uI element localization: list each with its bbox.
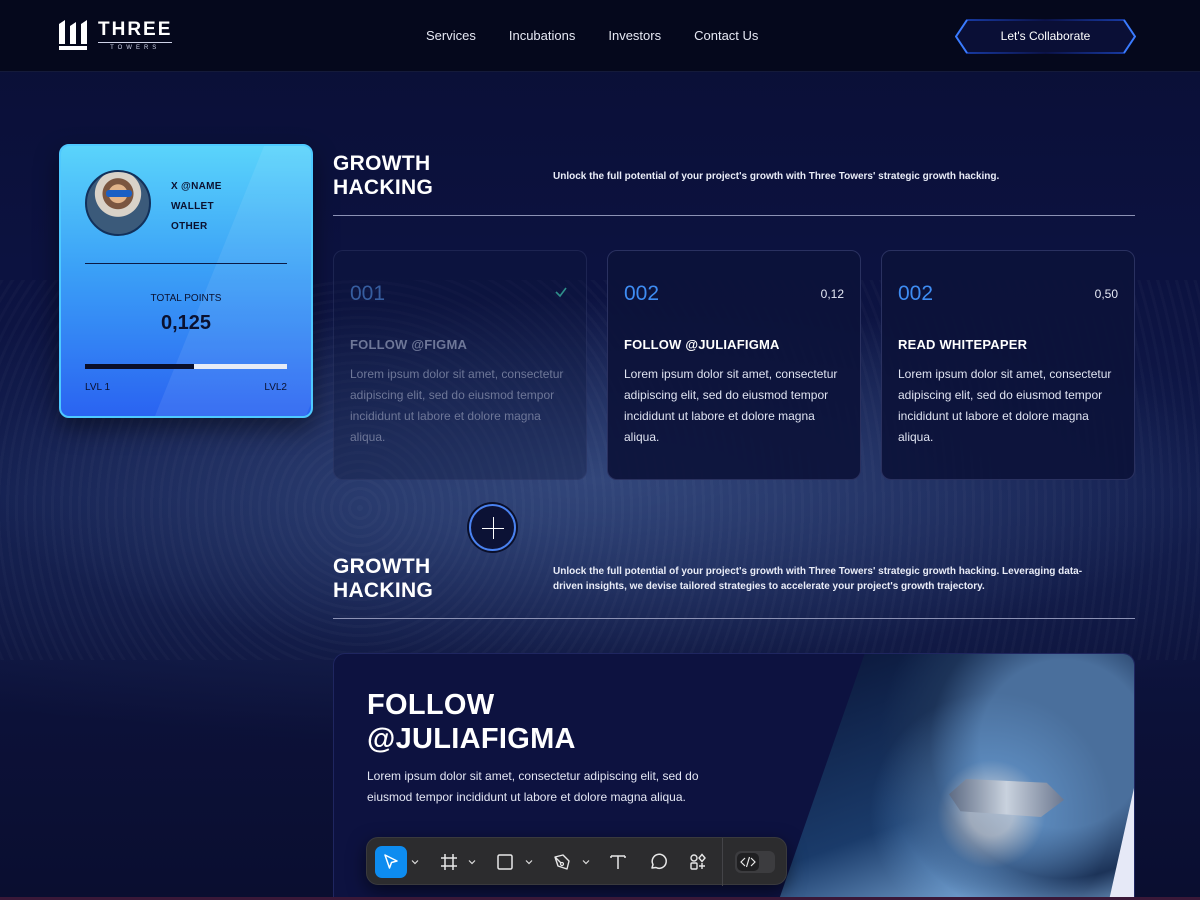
profile-card: X @NAME WALLET OTHER TOTAL POINTS 0,125 …: [59, 144, 313, 418]
task-body: Lorem ipsum dolor sit amet, consectetur …: [624, 367, 838, 444]
section1-divider: [333, 215, 1135, 216]
profile-links: X @NAME WALLET OTHER: [171, 177, 222, 237]
text-icon: [610, 855, 626, 869]
frame-tool-button[interactable]: [433, 846, 465, 878]
checkmark-icon: [554, 285, 568, 302]
dev-mode-toggle[interactable]: [735, 851, 775, 873]
avatar[interactable]: [85, 170, 151, 236]
total-points-value: 0,125: [160, 312, 212, 334]
logo[interactable]: THREE TOWERS: [57, 18, 173, 52]
section2-description-line2: driven insights, we devise tailored stra…: [553, 581, 985, 592]
logo-sub-text: TOWERS: [98, 41, 173, 51]
section2-divider: [333, 618, 1135, 619]
feature-body: Lorem ipsum dolor sit amet, consectetur …: [367, 769, 699, 804]
feature-title-line1: FOLLOW: [367, 689, 495, 721]
section1-description: Unlock the full potential of your projec…: [553, 171, 1000, 182]
logo-main-text: THREE: [98, 18, 173, 40]
shapes-plus-icon: [690, 853, 706, 870]
task-body: Lorem ipsum dolor sit amet, consectetur …: [898, 367, 1112, 444]
main-nav: Services Incubations Investors Contact U…: [426, 28, 791, 43]
nav-incubations[interactable]: Incubations: [509, 28, 576, 43]
actions-tool-button[interactable]: [682, 846, 714, 878]
nav-contact-us[interactable]: Contact Us: [694, 28, 758, 43]
task-number: 001: [350, 282, 386, 305]
crosshair-cursor-icon: [469, 504, 516, 551]
feature-title: FOLLOW @JULIAFIGMA: [367, 688, 576, 756]
task-number: 002: [898, 282, 934, 305]
task-points: 0,50: [1094, 287, 1118, 301]
rectangle-tool-button[interactable]: [489, 846, 521, 878]
chevron-down-icon[interactable]: [468, 858, 476, 866]
task-body: Lorem ipsum dolor sit amet, consectetur …: [350, 367, 564, 444]
task-title: READ WHITEPAPER: [898, 337, 1028, 352]
task-title: FOLLOW @JULIAFIGMA: [624, 337, 780, 352]
section2-description: Unlock the full potential of your projec…: [553, 564, 1082, 594]
lets-collaborate-button[interactable]: Let's Collaborate: [955, 19, 1136, 54]
three-towers-logo-icon: [59, 20, 87, 50]
code-icon: [737, 853, 759, 871]
total-points-label: TOTAL POINTS: [150, 293, 222, 304]
site-header: THREE TOWERS Services Incubations Invest…: [0, 0, 1200, 72]
profile-divider: [85, 263, 287, 264]
chevron-down-icon[interactable]: [582, 858, 590, 866]
comment-bubble-icon: [651, 853, 667, 869]
design-toolbar: [366, 837, 787, 886]
text-tool-button[interactable]: [602, 846, 634, 878]
task-card-3[interactable]: 002 0,50 READ WHITEPAPER Lorem ipsum dol…: [881, 250, 1135, 480]
nav-investors[interactable]: Investors: [608, 28, 661, 43]
profile-link-x[interactable]: X @NAME: [171, 177, 222, 197]
section2-description-line1: Unlock the full potential of your projec…: [553, 566, 1083, 577]
task-number: 002: [624, 282, 660, 305]
section1-title-line2: HACKING: [333, 176, 434, 199]
chevron-down-icon[interactable]: [411, 858, 419, 866]
section2-title: GROWTH HACKING: [333, 555, 433, 603]
task-points: 0,12: [820, 287, 844, 301]
task-card-1[interactable]: 001 FOLLOW @FIGMA Lorem ipsum dolor sit …: [333, 250, 587, 480]
level-end-label: LVL2: [264, 382, 287, 393]
pen-tool-button[interactable]: [546, 846, 578, 878]
section2-title-line1: GROWTH: [333, 555, 431, 578]
toolbar-divider: [722, 838, 723, 886]
pen-icon: [554, 854, 570, 870]
lets-collaborate-label: Let's Collaborate: [1000, 29, 1091, 43]
chevron-down-icon[interactable]: [525, 858, 533, 866]
spaceship-shape: [949, 779, 1064, 817]
level-progress-fill: [85, 364, 195, 369]
profile-link-other[interactable]: OTHER: [171, 217, 222, 237]
profile-link-wallet[interactable]: WALLET: [171, 197, 222, 217]
space-station-image: [774, 654, 1134, 900]
task-card-2[interactable]: 002 0,12 FOLLOW @JULIAFIGMA Lorem ipsum …: [607, 250, 861, 480]
decorative-shard: [1106, 779, 1134, 900]
section1-title-line1: GROWTH: [333, 152, 431, 175]
frame-hash-icon: [441, 854, 457, 870]
nav-services[interactable]: Services: [426, 28, 476, 43]
comment-tool-button[interactable]: [642, 846, 674, 878]
cursor-arrow-icon: [384, 854, 398, 869]
move-tool-button[interactable]: [375, 846, 407, 878]
section1-title: GROWTH HACKING: [333, 152, 433, 200]
level-progress-bar: [85, 364, 287, 369]
task-title: FOLLOW @FIGMA: [350, 337, 468, 352]
section2-title-line2: HACKING: [333, 579, 434, 602]
rectangle-icon: [497, 854, 513, 870]
level-start-label: LVL 1: [85, 382, 111, 393]
feature-title-line2: @JULIAFIGMA: [367, 723, 576, 755]
